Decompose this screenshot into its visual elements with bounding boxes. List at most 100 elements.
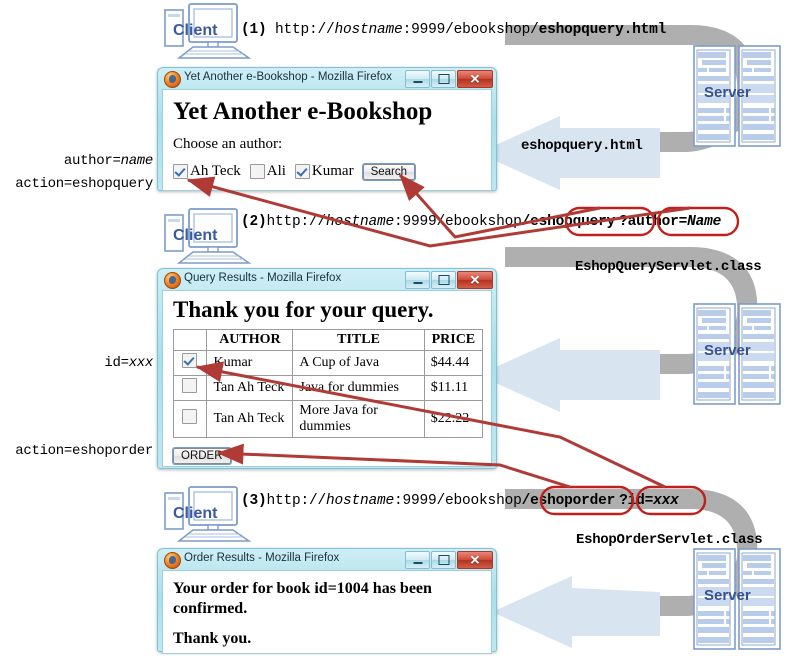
- window-body-1: Yet Another e-Bookshop Choose an author:…: [162, 89, 492, 191]
- step2-url-prefix: http://: [266, 214, 327, 230]
- step2-url-query-key: ?author=: [619, 214, 688, 230]
- page-heading-1: Yet Another e-Bookshop: [173, 98, 433, 125]
- server-icon-1: Server: [692, 42, 782, 157]
- row-title: Java for dummies: [292, 375, 425, 401]
- step2-url-host: hostname: [326, 214, 395, 230]
- checkbox-unchecked-icon[interactable]: [181, 409, 197, 424]
- row-title: A Cup of Java: [292, 350, 425, 376]
- close-icon[interactable]: ✕: [457, 271, 493, 289]
- annotation-id-value: xxx: [128, 355, 154, 371]
- order-button[interactable]: ORDER: [173, 448, 231, 464]
- window-query-results[interactable]: Query Results - Mozilla Firefox ✕ Thank …: [157, 268, 497, 469]
- table-header-price: PRICE: [423, 329, 484, 351]
- maximize-icon[interactable]: [431, 551, 456, 569]
- client-label-3: Client: [173, 505, 218, 522]
- table-row: Tan Ah Teck More Java for dummies $22.22: [172, 400, 484, 438]
- step1-url-prefix: http://: [275, 22, 335, 38]
- row-checkbox-cell[interactable]: [172, 350, 208, 376]
- step1-url-resource: eshopquery.html: [538, 22, 667, 38]
- window-buttons-3: ✕: [405, 551, 493, 569]
- order-confirm-line2: confirmed.: [173, 600, 248, 617]
- annotation-id-key: id=: [104, 355, 129, 371]
- step2-url: (2)http://hostname:9999/ebookshop/eshopq…: [241, 214, 721, 230]
- author-checkbox-row: Ah Teck Ali Kumar Search: [173, 163, 483, 180]
- firefox-logo-icon: [164, 552, 181, 569]
- window-buttons-1: ✕: [405, 70, 493, 88]
- window-titlebar-1: Yet Another e-Bookshop - Mozilla Firefox…: [158, 68, 496, 89]
- maximize-icon[interactable]: [431, 70, 456, 88]
- step1-url: (1) http://hostname:9999/ebookshop/eshop…: [241, 22, 666, 38]
- close-icon[interactable]: ✕: [457, 70, 493, 88]
- step3-url-query-key: ?id=: [619, 493, 654, 509]
- annotation-author-name-key: author=: [63, 153, 121, 169]
- checkbox-label-ali[interactable]: Ali: [267, 163, 286, 180]
- response-label-1: eshopquery.html: [521, 138, 643, 154]
- server-label-2: Server: [704, 342, 751, 359]
- window-buttons-2: ✕: [405, 271, 493, 289]
- row-price: $44.44: [423, 350, 484, 376]
- checkbox-checked-icon[interactable]: [181, 353, 197, 368]
- firefox-logo-icon: [164, 71, 181, 88]
- server-label-1: Server: [704, 84, 751, 101]
- window-query-form[interactable]: Yet Another e-Bookshop - Mozilla Firefox…: [157, 67, 497, 191]
- row-price: $11.11: [423, 375, 484, 401]
- step3-url-servlet-path: /eshoporder: [521, 493, 616, 509]
- author-prompt: Choose an author:: [173, 136, 283, 152]
- step1-url-mid: :9999/ebookshop/: [402, 22, 539, 38]
- row-title: More Java for dummies: [292, 400, 425, 438]
- maximize-icon[interactable]: [431, 271, 456, 289]
- step3-url-mid: :9999/ebookshop: [394, 493, 522, 509]
- minimize-icon[interactable]: [405, 271, 430, 289]
- checkbox-checked-icon[interactable]: [294, 164, 310, 179]
- table-row: Tan Ah Teck Java for dummies $11.11: [172, 375, 484, 401]
- window-body-2: Thank you for your query. AUTHOR TITLE P…: [162, 290, 492, 467]
- table-header-row: AUTHOR TITLE PRICE: [172, 329, 484, 351]
- minimize-icon[interactable]: [405, 551, 430, 569]
- table-header-select: [172, 329, 208, 351]
- minimize-icon[interactable]: [405, 70, 430, 88]
- annotation-id-xxx: id=xxx: [0, 355, 153, 371]
- annotation-action-eshoporder: action=eshoporder: [15, 443, 153, 459]
- server-label-3: Server: [704, 587, 751, 604]
- annotation-action-eshopquery: action=eshopquery: [15, 176, 153, 192]
- step3-url-prefix: http://: [266, 493, 327, 509]
- row-price: $22.22: [423, 400, 484, 438]
- table-row: Kumar A Cup of Java $44.44: [172, 350, 484, 376]
- checkbox-label-kumar[interactable]: Kumar: [312, 163, 354, 180]
- firefox-logo-icon: [164, 272, 181, 289]
- annotation-author-name: author=name: [0, 153, 153, 169]
- row-checkbox-cell[interactable]: [172, 400, 208, 438]
- row-checkbox-cell[interactable]: [172, 375, 208, 401]
- row-author: Tan Ah Teck: [206, 375, 294, 401]
- row-author: Tan Ah Teck: [206, 400, 294, 438]
- step1-url-host: hostname: [334, 22, 403, 38]
- page-heading-2: Thank you for your query.: [173, 297, 434, 322]
- row-author: Kumar: [206, 350, 294, 376]
- search-button[interactable]: Search: [362, 163, 416, 180]
- server-icon-3: Server: [692, 545, 782, 660]
- servlet-label-query: EshopQueryServlet.class: [575, 259, 762, 275]
- checkbox-checked-icon[interactable]: [173, 164, 188, 179]
- close-icon[interactable]: ✕: [457, 551, 493, 569]
- server-icon-2: Server: [692, 300, 782, 415]
- checkbox-label-ah-teck[interactable]: Ah Teck: [190, 163, 241, 180]
- step1-number: (1): [241, 22, 267, 38]
- servlet-label-order: EshopOrderServlet.class: [576, 532, 763, 548]
- step2-number: (2): [241, 214, 267, 230]
- step2-url-mid: :9999/ebookshop: [394, 214, 522, 230]
- step2-url-servlet-path: /eshopquery: [521, 214, 616, 230]
- step3-number: (3): [241, 493, 267, 509]
- step3-url-query-value: xxx: [653, 493, 679, 509]
- step3-url: (3)http://hostname:9999/ebookshop/eshopo…: [241, 493, 679, 509]
- window-title-1: Yet Another e-Bookshop - Mozilla Firefox: [184, 71, 392, 83]
- checkbox-unchecked-icon[interactable]: [249, 164, 265, 179]
- results-table: AUTHOR TITLE PRICE Kumar A Cup of Java $…: [172, 329, 484, 438]
- window-body-3: Your order for book id=1004 has been con…: [162, 570, 492, 654]
- checkbox-unchecked-icon[interactable]: [181, 378, 197, 393]
- step3-url-host: hostname: [326, 493, 395, 509]
- step2-url-query-value: Name: [687, 214, 722, 230]
- window-order-results[interactable]: Order Results - Mozilla Firefox ✕ Your o…: [157, 548, 497, 654]
- window-titlebar-3: Order Results - Mozilla Firefox ✕: [158, 549, 496, 570]
- diagram-canvas: Client Client Client Server Server Serve…: [0, 0, 795, 659]
- annotation-author-name-value: name: [120, 153, 154, 169]
